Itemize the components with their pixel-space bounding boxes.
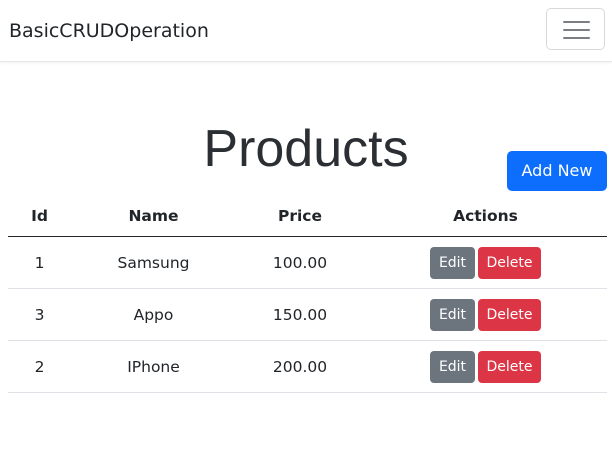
cell-name: Appo — [71, 288, 236, 341]
column-header-name: Name — [71, 196, 236, 237]
cell-actions: Edit Delete — [364, 340, 607, 393]
table-row: 3 Appo 150.00 Edit Delete — [8, 288, 607, 341]
delete-button[interactable]: Delete — [478, 350, 541, 383]
cell-price: 150.00 — [236, 288, 364, 341]
cell-name: IPhone — [71, 340, 236, 393]
products-table-container: Id Name Price Actions 1 Samsung 100.00 E… — [8, 196, 607, 393]
cell-name: Samsung — [71, 236, 236, 289]
navbar-brand[interactable]: BasicCRUDOperation — [9, 19, 209, 43]
column-header-actions: Actions — [364, 196, 607, 237]
cell-price: 100.00 — [236, 236, 364, 289]
delete-button[interactable]: Delete — [478, 246, 541, 279]
navbar-toggler-button[interactable] — [546, 8, 605, 50]
cell-price: 200.00 — [236, 340, 364, 393]
table-row: 1 Samsung 100.00 Edit Delete — [8, 236, 607, 289]
table-header-row: Id Name Price Actions — [8, 196, 607, 237]
navbar: BasicCRUDOperation — [0, 0, 612, 62]
column-header-id: Id — [8, 196, 71, 237]
table-body: 1 Samsung 100.00 Edit Delete 3 Appo 150.0… — [8, 236, 607, 393]
delete-button[interactable]: Delete — [478, 298, 541, 331]
table-header: Id Name Price Actions — [8, 196, 607, 237]
edit-button[interactable]: Edit — [430, 298, 475, 331]
cell-id: 2 — [8, 340, 71, 393]
cell-actions: Edit Delete — [364, 288, 607, 341]
edit-button[interactable]: Edit — [430, 350, 475, 383]
add-new-button[interactable]: Add New — [507, 151, 607, 191]
products-table: Id Name Price Actions 1 Samsung 100.00 E… — [8, 196, 607, 393]
edit-button[interactable]: Edit — [430, 246, 475, 279]
table-row: 2 IPhone 200.00 Edit Delete — [8, 340, 607, 393]
cell-actions: Edit Delete — [364, 236, 607, 289]
column-header-price: Price — [236, 196, 364, 237]
cell-id: 1 — [8, 236, 71, 289]
cell-id: 3 — [8, 288, 71, 341]
